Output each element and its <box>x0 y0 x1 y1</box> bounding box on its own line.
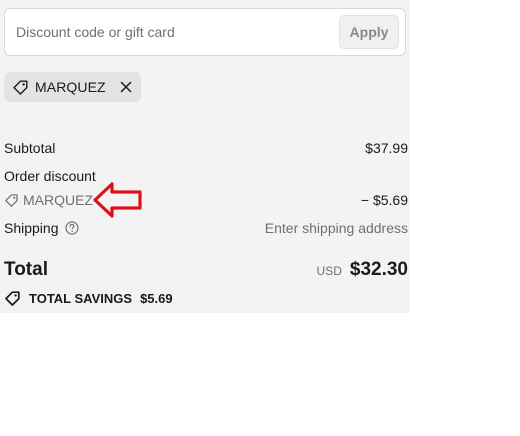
close-icon[interactable] <box>120 81 132 93</box>
order-discount-row: Order discount <box>4 168 408 184</box>
tag-icon <box>12 79 29 96</box>
tag-icon <box>4 290 21 307</box>
apply-button[interactable]: Apply <box>339 15 399 49</box>
subtotal-value: $37.99 <box>365 140 408 156</box>
total-savings-value: $5.69 <box>140 291 173 306</box>
currency-code: USD <box>316 264 342 278</box>
discount-code-input[interactable] <box>16 9 316 55</box>
subtotal-row: Subtotal $37.99 <box>4 140 408 156</box>
discount-code-label: MARQUEZ <box>23 192 93 208</box>
subtotal-label: Subtotal <box>4 140 56 156</box>
checkout-summary-panel: Apply MARQUEZ Subtotal $37.99 Order disc… <box>0 0 410 313</box>
total-savings: TOTAL SAVINGS $5.69 <box>4 290 173 307</box>
discount-value: − $5.69 <box>360 192 408 208</box>
help-circle-icon[interactable] <box>64 221 79 235</box>
applied-discount-chip: MARQUEZ <box>4 72 141 102</box>
shipping-label: Shipping <box>4 220 59 236</box>
tag-icon <box>4 193 19 208</box>
discount-code-row: MARQUEZ − $5.69 <box>4 192 408 208</box>
left-arrow-icon <box>93 182 142 218</box>
total-savings-label: TOTAL SAVINGS <box>29 291 133 306</box>
order-discount-label: Order discount <box>4 168 96 184</box>
applied-discount-code: MARQUEZ <box>35 79 106 95</box>
total-row: Total USD $32.30 <box>4 259 408 281</box>
shipping-value: Enter shipping address <box>264 220 408 236</box>
total-label: Total <box>4 259 48 280</box>
discount-field: Apply <box>4 8 406 56</box>
shipping-row: Shipping Enter shipping address <box>4 220 408 236</box>
total-value: $32.30 <box>349 259 408 280</box>
